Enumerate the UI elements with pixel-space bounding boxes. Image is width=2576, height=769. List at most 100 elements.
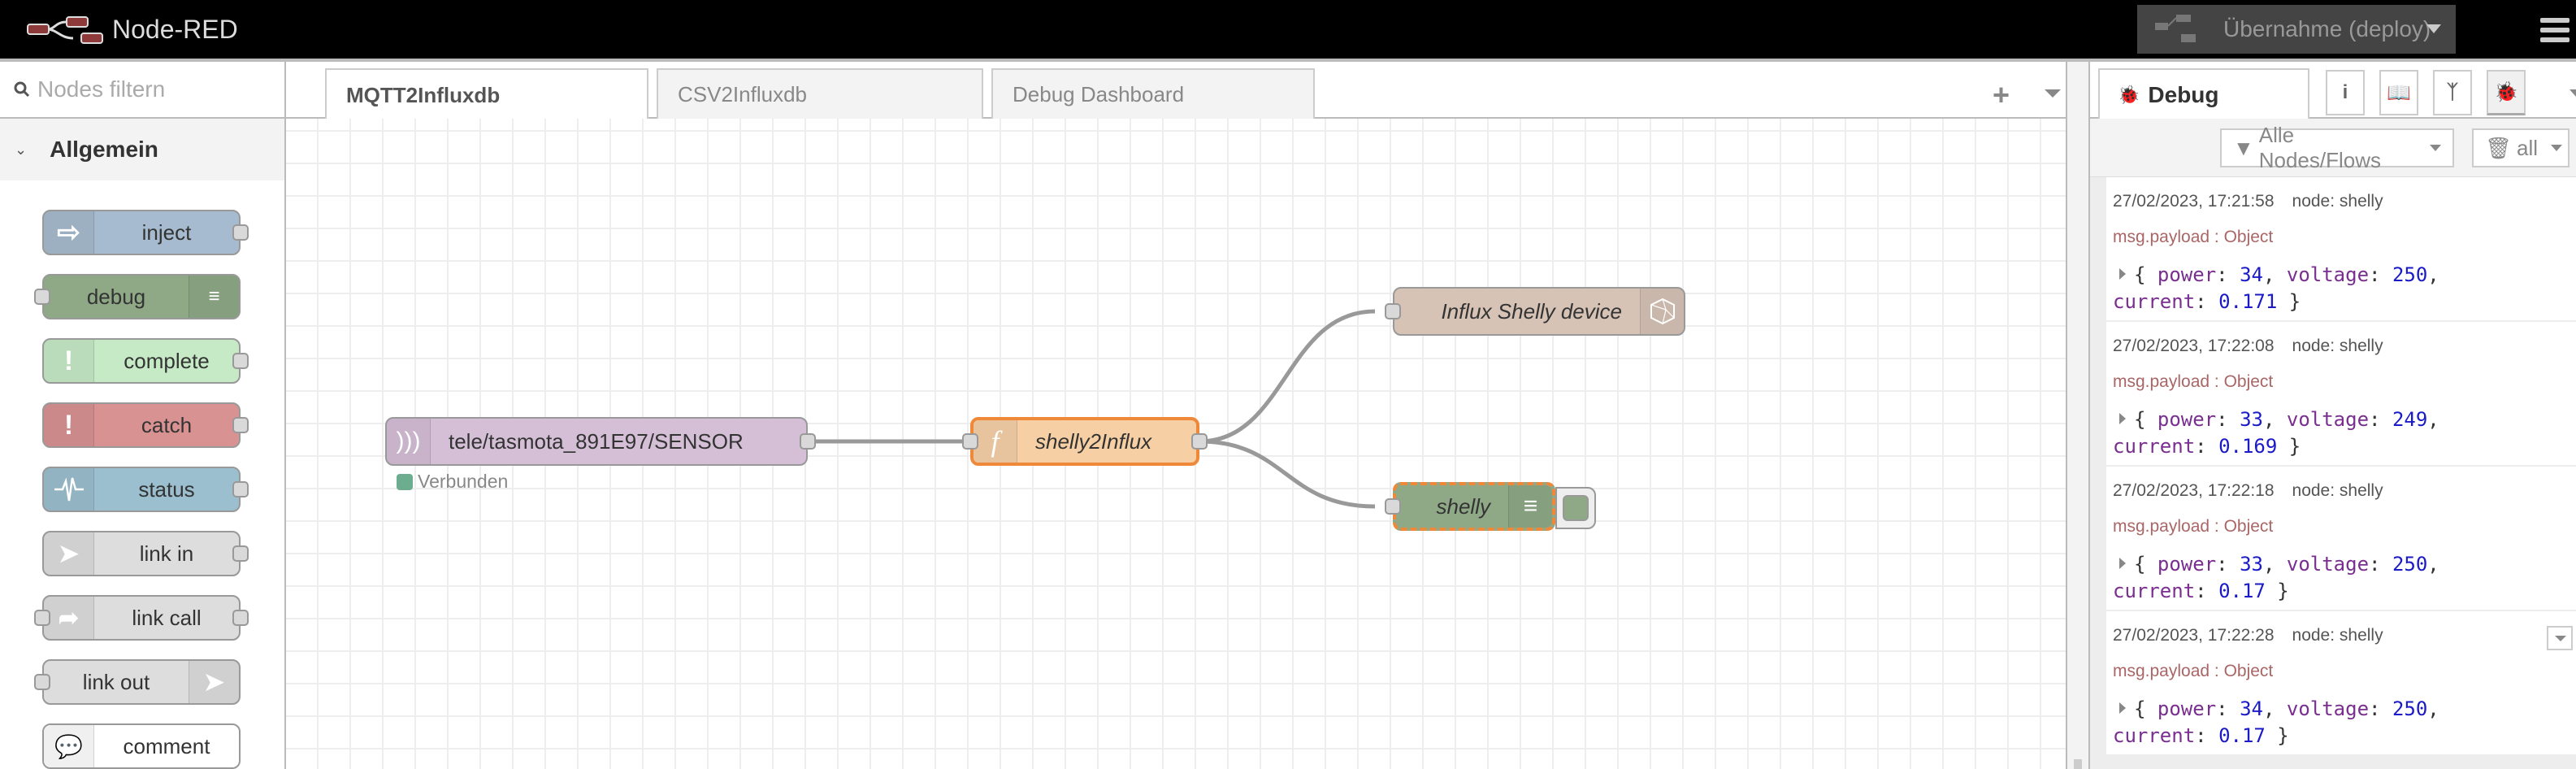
- status-dot-icon: [397, 473, 413, 490]
- debug-toggle-button[interactable]: [1555, 487, 1596, 529]
- chevron-down-icon: ⌄: [15, 141, 28, 158]
- message-time: 27/02/2023, 17:21:58: [2113, 192, 2275, 211]
- palette-node-label: link call: [132, 605, 202, 630]
- palette-node-link-in[interactable]: ➤ link in: [42, 531, 249, 576]
- palette-category-header[interactable]: ⌄ Allgemein: [0, 119, 284, 180]
- input-port[interactable]: [962, 433, 978, 450]
- message-time: 27/02/2023, 17:22:08: [2113, 337, 2275, 355]
- message-payload[interactable]: { power: 34, voltage: 250, current: 0.17 …: [2113, 696, 2568, 749]
- influxdb-icon: [1640, 289, 1684, 334]
- filter-nodes-dropdown[interactable]: ▼ Alle Nodes/Flows: [2220, 123, 2454, 172]
- workspace-tabs: MQTT2Influxdb CSV2Influxdb Debug Dashboa…: [286, 62, 2066, 120]
- palette-node-link-call[interactable]: ➦ link call: [34, 595, 249, 641]
- arrow-right-icon: ⇨: [44, 211, 94, 254]
- app-title: Node-RED: [112, 15, 238, 44]
- book-icon[interactable]: 📖: [2379, 70, 2418, 115]
- git-branch-icon[interactable]: ᛉ: [2433, 70, 2472, 115]
- trash-icon: 🗑: [2485, 135, 2513, 160]
- message-payload[interactable]: { power: 33, voltage: 250, current: 0.17 …: [2113, 551, 2568, 605]
- node-red-logo-icon: [27, 15, 103, 44]
- list-icon: ≡: [1508, 485, 1552, 528]
- message-time: 27/02/2023, 17:22:18: [2113, 481, 2275, 500]
- clear-messages-button[interactable]: 🗑 all: [2472, 128, 2569, 167]
- workspace-canvas[interactable]: ))) tele/tasmota_891E97/SENSOR Verbunden…: [286, 119, 2066, 769]
- flow-node-function[interactable]: f shelly2Influx: [962, 417, 1208, 466]
- palette-node-complete[interactable]: ! complete: [42, 338, 249, 384]
- flow-list-dropdown-icon[interactable]: [2045, 89, 2061, 98]
- input-port: [34, 610, 50, 626]
- expand-icon[interactable]: [2119, 702, 2126, 714]
- main-menu-icon[interactable]: [2540, 18, 2569, 42]
- input-port[interactable]: [1385, 498, 1401, 515]
- palette-node-catch[interactable]: ! catch: [42, 402, 249, 448]
- palette-node-status[interactable]: status: [42, 467, 249, 512]
- output-port[interactable]: [1191, 433, 1208, 450]
- bug-icon: 🐞: [2118, 85, 2140, 105]
- wire-function-to-debug: [1199, 439, 1376, 509]
- palette-node-label: link in: [139, 541, 194, 566]
- message-time: 27/02/2023, 17:22:28: [2113, 626, 2275, 645]
- palette-node-comment[interactable]: 💬 comment: [42, 723, 241, 769]
- exclamation-icon: !: [44, 340, 94, 382]
- link-call-icon: ➦: [44, 597, 94, 639]
- debug-message: 27/02/2023, 17:21:58 node: shelly msg.pay…: [2106, 177, 2576, 322]
- scrollbar-thumb[interactable]: [2074, 759, 2082, 769]
- palette-node-label: complete: [124, 348, 210, 373]
- flow-node-influx-out[interactable]: Influx Shelly device: [1385, 287, 1685, 336]
- chevron-down-icon: [2555, 636, 2566, 641]
- message-node[interactable]: node: shelly: [2292, 192, 2383, 211]
- function-icon: f: [974, 420, 1017, 463]
- palette-node-debug[interactable]: debug ≡: [34, 274, 241, 319]
- output-port[interactable]: [800, 433, 816, 450]
- deploy-dropdown-icon[interactable]: [2426, 24, 2441, 33]
- message-path: msg.payload : Object: [2113, 662, 2274, 680]
- sidebar-tabs: 🐞 Debug i 📖 ᛉ 🐞: [2090, 62, 2576, 120]
- pulse-icon: [44, 468, 94, 510]
- search-icon: [14, 81, 30, 98]
- expand-icon[interactable]: [2119, 268, 2126, 280]
- palette-node-inject[interactable]: ⇨ inject: [42, 210, 249, 255]
- tab-csv2influxdb[interactable]: CSV2Influxdb: [657, 68, 983, 119]
- input-port: [34, 674, 50, 690]
- clear-label: all: [2517, 135, 2539, 160]
- message-node[interactable]: node: shelly: [2292, 337, 2383, 355]
- palette-node-link-out[interactable]: link out ➤: [34, 659, 241, 705]
- message-payload[interactable]: { power: 34, voltage: 250, current: 0.171…: [2113, 262, 2568, 315]
- tab-mqtt2influxdb[interactable]: MQTT2Influxdb: [325, 68, 648, 120]
- info-icon[interactable]: i: [2326, 70, 2365, 115]
- flow-node-debug[interactable]: shelly ≡: [1385, 482, 1555, 531]
- message-path: msg.payload : Object: [2113, 517, 2274, 536]
- output-port: [232, 224, 249, 241]
- message-options-dropdown[interactable]: [2547, 626, 2573, 650]
- mqtt-status: Verbunden: [397, 471, 508, 493]
- message-path: msg.payload : Object: [2113, 228, 2274, 246]
- expand-icon[interactable]: [2119, 413, 2126, 424]
- message-node[interactable]: node: shelly: [2292, 626, 2383, 645]
- sidebar-more-dropdown-icon[interactable]: [2569, 89, 2576, 97]
- expand-icon[interactable]: [2119, 558, 2126, 569]
- palette-node-label: status: [138, 476, 195, 502]
- category-label: Allgemein: [50, 137, 158, 162]
- input-port[interactable]: [1385, 303, 1401, 319]
- palette-node-label: debug: [86, 284, 146, 309]
- deploy-icon: [2155, 15, 2196, 42]
- message-node[interactable]: node: shelly: [2292, 481, 2383, 500]
- tab-debug-dashboard[interactable]: Debug Dashboard: [991, 68, 1315, 119]
- function-node-label: shelly2Influx: [1035, 428, 1152, 454]
- add-flow-icon[interactable]: +: [1993, 78, 2010, 112]
- debug-message: 27/02/2023, 17:22:18 node: shelly msg.pay…: [2106, 467, 2576, 611]
- exclamation-icon: !: [44, 404, 94, 446]
- debug-tab-label: Debug: [2148, 82, 2219, 107]
- palette-filter-input[interactable]: Nodes filtern: [0, 62, 284, 119]
- flow-node-mqtt-in[interactable]: ))) tele/tasmota_891E97/SENSOR: [385, 417, 816, 466]
- bug-icon[interactable]: 🐞: [2487, 70, 2526, 115]
- debug-message: 27/02/2023, 17:22:08 node: shelly msg.pay…: [2106, 322, 2576, 467]
- message-payload[interactable]: { power: 33, voltage: 249, current: 0.169…: [2113, 406, 2568, 460]
- sidebar-separator[interactable]: [2066, 62, 2090, 769]
- link-in-icon: ➤: [44, 532, 94, 575]
- deploy-button[interactable]: Übernahme (deploy): [2137, 5, 2456, 54]
- debug-messages: 27/02/2023, 17:21:58 node: shelly msg.pay…: [2090, 177, 2576, 769]
- tab-debug[interactable]: 🐞 Debug: [2098, 68, 2309, 120]
- header-bar: Node-RED Übernahme (deploy): [0, 0, 2576, 62]
- palette-node-label: comment: [123, 733, 210, 758]
